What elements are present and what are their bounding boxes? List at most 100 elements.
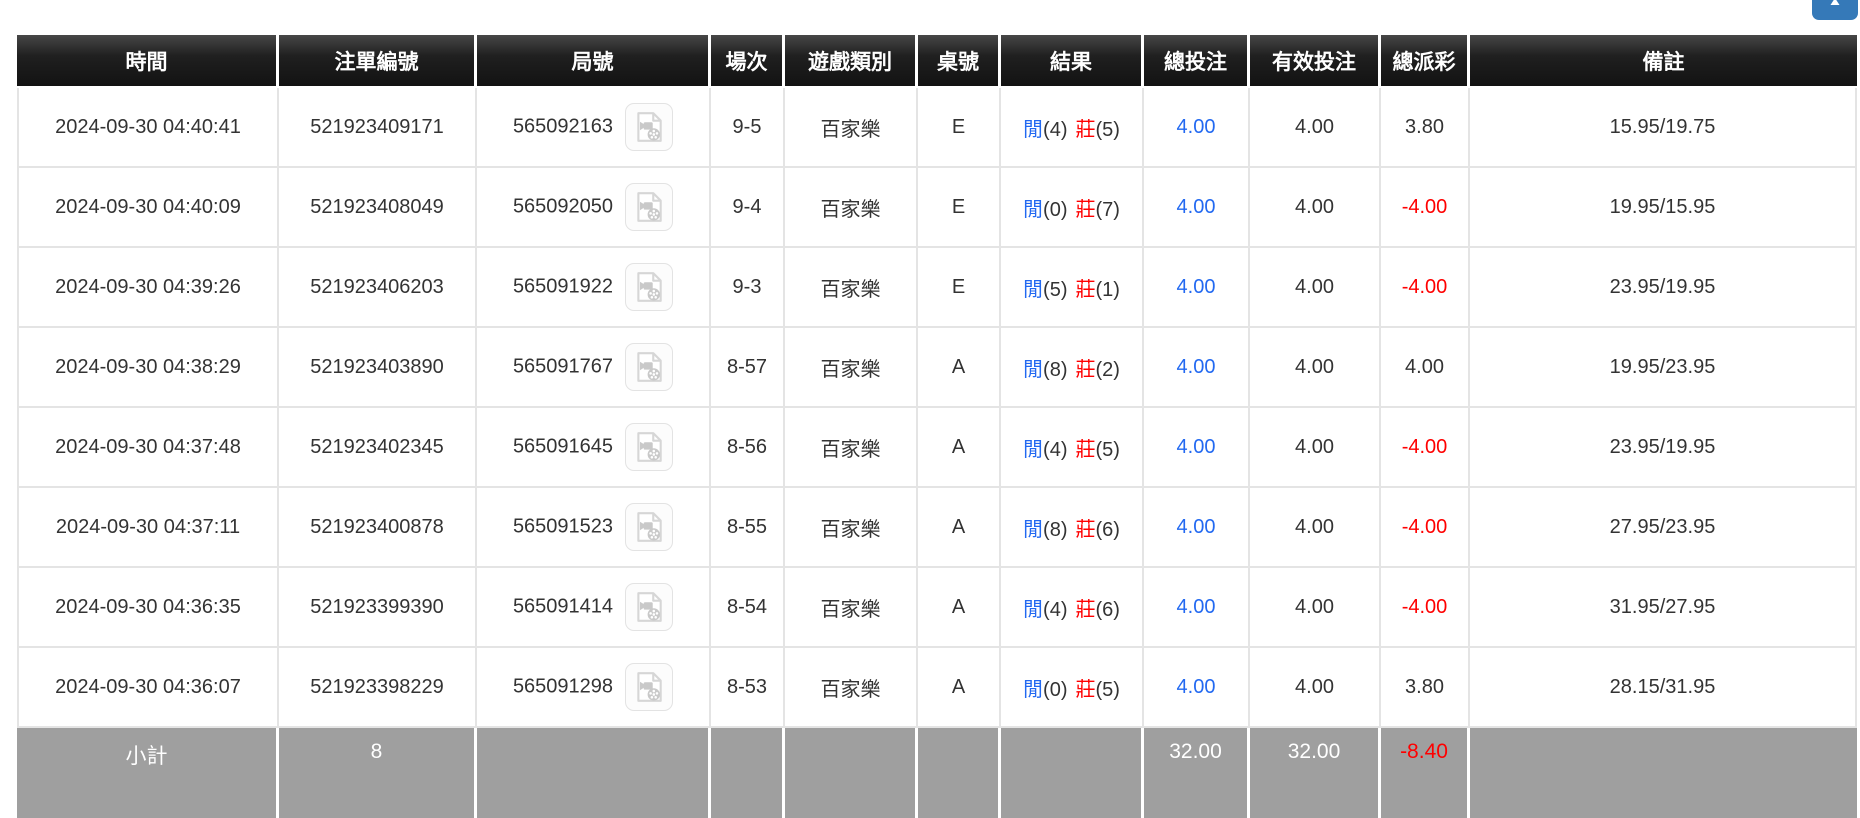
- up-arrow-icon: [1830, 0, 1840, 5]
- video-replay-button[interactable]: [625, 583, 674, 631]
- subtotal-empty-table: [918, 728, 1001, 818]
- cell-bet-id: 521923409171: [279, 88, 477, 168]
- cell-remark: 31.95/27.95: [1470, 568, 1857, 648]
- cell-round-no: 565092163: [477, 88, 711, 168]
- cell-game-type: 百家樂: [785, 408, 918, 488]
- cell-time: 2024-09-30 04:40:41: [17, 88, 279, 168]
- cell-table-no: E: [918, 88, 1001, 168]
- result-player-label: 閒: [1023, 438, 1044, 461]
- cell-total-bet[interactable]: 4.00: [1144, 168, 1250, 248]
- column-header-table-no: 桌號: [918, 35, 1001, 88]
- result-banker: 莊(5): [1076, 679, 1120, 701]
- result-player-label: 閒: [1023, 598, 1044, 621]
- column-header-result: 結果: [1001, 35, 1144, 88]
- result-player-label: 閒: [1023, 278, 1044, 301]
- cell-total-bet[interactable]: 4.00: [1144, 88, 1250, 168]
- round-number: 565091645: [512, 435, 614, 458]
- cell-table-no: A: [918, 328, 1001, 408]
- video-replay-button[interactable]: [625, 503, 674, 551]
- result-banker-points: (5): [1095, 678, 1120, 701]
- result-banker-label: 莊: [1075, 278, 1096, 301]
- cell-total-bet[interactable]: 4.00: [1144, 408, 1250, 488]
- cell-session: 9-3: [711, 248, 785, 328]
- result-player: 閒(8): [1023, 519, 1067, 541]
- result-banker: 莊(2): [1076, 359, 1120, 381]
- cell-game-type: 百家樂: [785, 328, 918, 408]
- result-banker-points: (7): [1095, 198, 1120, 221]
- cell-payout: -4.00: [1381, 568, 1470, 648]
- cell-round-no: 565091645: [477, 408, 711, 488]
- cell-round-no: 565091922: [477, 248, 711, 328]
- cell-result: 閒(5) 莊(1): [1001, 248, 1144, 328]
- cell-time: 2024-09-30 04:36:07: [17, 648, 279, 728]
- cell-total-bet[interactable]: 4.00: [1144, 328, 1250, 408]
- cell-time: 2024-09-30 04:36:35: [17, 568, 279, 648]
- cell-valid-bet: 4.00: [1250, 248, 1381, 328]
- column-header-round-no: 局號: [477, 35, 711, 88]
- video-replay-button[interactable]: [625, 343, 674, 391]
- video-replay-button[interactable]: [625, 663, 674, 711]
- result-player-points: (4): [1043, 118, 1068, 141]
- subtotal-row: 小計 8 32.00 32.00 -8.40: [17, 728, 1857, 818]
- cell-total-bet[interactable]: 4.00: [1144, 568, 1250, 648]
- table-footer: 小計 8 32.00 32.00 -8.40: [17, 728, 1857, 818]
- scroll-to-top-button[interactable]: [1812, 0, 1858, 20]
- cell-result: 閒(4) 莊(6): [1001, 568, 1144, 648]
- video-replay-button[interactable]: [625, 103, 674, 151]
- result-player-label: 閒: [1023, 518, 1044, 541]
- subtotal-label: 小計: [17, 728, 279, 818]
- cell-total-bet[interactable]: 4.00: [1144, 488, 1250, 568]
- cell-payout: -4.00: [1381, 488, 1470, 568]
- cell-session: 8-55: [711, 488, 785, 568]
- cell-time: 2024-09-30 04:38:29: [17, 328, 279, 408]
- result-banker-points: (1): [1095, 278, 1120, 301]
- video-replay-button[interactable]: [625, 263, 674, 311]
- video-replay-button[interactable]: [625, 423, 674, 471]
- cell-round-no: 565092050: [477, 168, 711, 248]
- result-player-points: (4): [1043, 598, 1068, 621]
- table-row: 2024-09-30 04:37:11 521923400878 5650915…: [17, 488, 1857, 568]
- cell-total-bet[interactable]: 4.00: [1144, 648, 1250, 728]
- round-number: 565091767: [512, 355, 614, 378]
- result-player: 閒(0): [1023, 199, 1067, 221]
- cell-payout: 3.80: [1381, 88, 1470, 168]
- cell-payout: -4.00: [1381, 248, 1470, 328]
- round-number: 565092050: [512, 195, 614, 218]
- cell-time: 2024-09-30 04:37:48: [17, 408, 279, 488]
- result-banker-points: (2): [1095, 358, 1120, 381]
- cell-total-bet[interactable]: 4.00: [1144, 248, 1250, 328]
- result-banker: 莊(7): [1076, 199, 1120, 221]
- result-player-points: (5): [1043, 278, 1068, 301]
- column-header-total-bet: 總投注: [1144, 35, 1250, 88]
- result-banker-label: 莊: [1075, 678, 1096, 701]
- video-replay-button[interactable]: [625, 183, 674, 231]
- cell-time: 2024-09-30 04:39:26: [17, 248, 279, 328]
- video-file-icon: [637, 512, 662, 542]
- result-banker-label: 莊: [1075, 198, 1096, 221]
- cell-remark: 23.95/19.95: [1470, 408, 1857, 488]
- result-player-points: (8): [1043, 358, 1068, 381]
- subtotal-empty-round: [477, 728, 711, 818]
- result-player-points: (0): [1043, 678, 1068, 701]
- result-player: 閒(4): [1023, 599, 1067, 621]
- cell-session: 9-5: [711, 88, 785, 168]
- cell-valid-bet: 4.00: [1250, 88, 1381, 168]
- subtotal-payout: -8.40: [1381, 728, 1470, 818]
- result-banker: 莊(5): [1076, 119, 1120, 141]
- cell-table-no: E: [918, 168, 1001, 248]
- table-row: 2024-09-30 04:36:07 521923398229 5650912…: [17, 648, 1857, 728]
- result-banker-label: 莊: [1075, 438, 1096, 461]
- cell-game-type: 百家樂: [785, 568, 918, 648]
- cell-game-type: 百家樂: [785, 648, 918, 728]
- result-player-label: 閒: [1023, 118, 1044, 141]
- subtotal-empty-result: [1001, 728, 1144, 818]
- subtotal-empty-game: [785, 728, 918, 818]
- cell-session: 8-56: [711, 408, 785, 488]
- subtotal-empty-session: [711, 728, 785, 818]
- cell-bet-id: 521923399390: [279, 568, 477, 648]
- result-player-points: (0): [1043, 198, 1068, 221]
- cell-remark: 19.95/15.95: [1470, 168, 1857, 248]
- cell-result: 閒(4) 莊(5): [1001, 408, 1144, 488]
- cell-valid-bet: 4.00: [1250, 488, 1381, 568]
- cell-remark: 27.95/23.95: [1470, 488, 1857, 568]
